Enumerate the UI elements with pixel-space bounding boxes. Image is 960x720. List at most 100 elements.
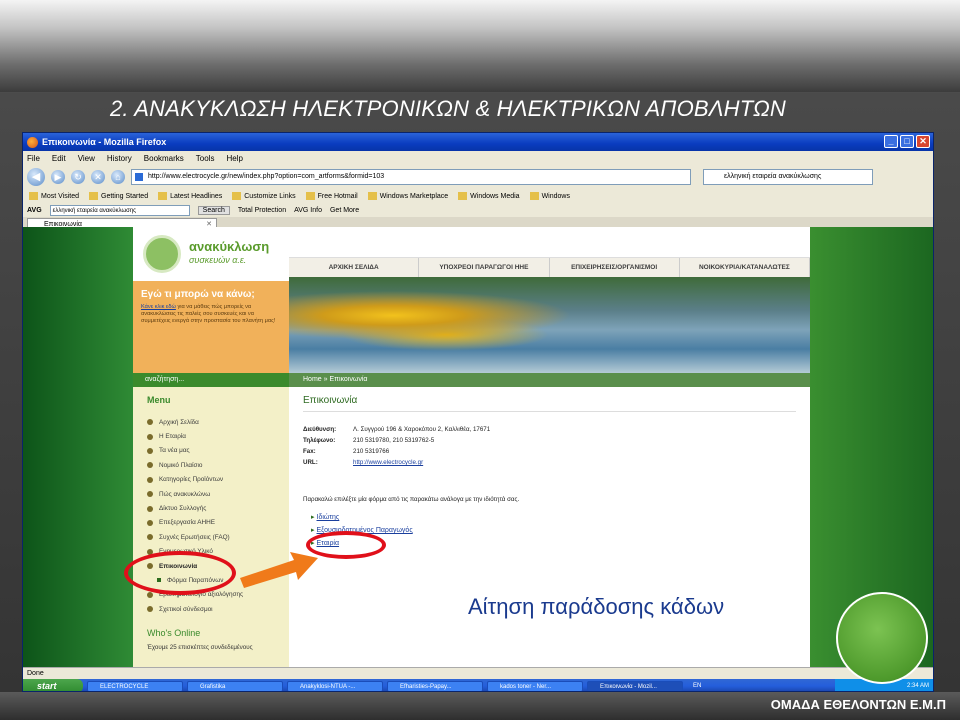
bullet-icon [147, 462, 153, 469]
sidebar-item[interactable]: Επεξεργασία ΑΗΗΕ [133, 516, 289, 530]
sidebar-item[interactable]: Τα νέα μας [133, 444, 289, 458]
menu-history[interactable]: History [107, 154, 132, 163]
whos-online-text: Έχουμε 25 επισκέπτες συνδεδεμένους [147, 644, 253, 652]
contact-row: Fax: 210 5319766 [303, 448, 390, 455]
sidebar-item[interactable]: Πώς ανακυκλώνω [133, 487, 289, 501]
minimize-button[interactable]: _ [884, 135, 898, 148]
nav-households[interactable]: ΝΟΙΚΟΚΥΡΙΑ/ΚΑΤΑΝΑΛΩΤΕΣ [680, 258, 810, 277]
sidebar-item[interactable]: Σχετικοί σύνδεσμοι [133, 602, 289, 616]
bookmark-item[interactable]: Free Hotmail [305, 192, 358, 200]
menu-tools[interactable]: Tools [196, 154, 215, 163]
form-link-producer[interactable]: Εξουσιοδοτημένος Παραγωγός [311, 526, 796, 539]
maximize-button[interactable]: □ [900, 135, 914, 148]
sidebar-item[interactable]: Δίκτυο Συλλογής [133, 501, 289, 515]
menu-title: Menu [147, 395, 171, 405]
forward-button[interactable]: ▶ [51, 170, 65, 184]
bullet-icon [147, 447, 153, 454]
form-link-individual[interactable]: Ιδιώτης [311, 513, 796, 526]
menu-file[interactable]: File [27, 154, 40, 163]
bookmark-icon [158, 192, 168, 200]
reload-icon[interactable]: ↻ [71, 170, 85, 184]
bullet-icon [147, 534, 153, 541]
avg-get-more[interactable]: Get More [330, 207, 359, 214]
bookmark-item[interactable]: Latest Headlines [158, 192, 222, 200]
hero-text: Κάνε κλικ εδώ για να μάθεις πώς μπορείς … [141, 304, 276, 324]
language-indicator[interactable]: EN [693, 683, 701, 689]
bookmark-item[interactable]: Windows Marketplace [367, 192, 448, 200]
hero-heading: Εγώ τι μπορώ να κάνω; [141, 289, 255, 300]
bullet-icon [147, 491, 153, 498]
taskbar-item[interactable]: ELECTROCYCLE [87, 680, 183, 691]
menu-edit[interactable]: Edit [52, 154, 66, 163]
avg-info[interactable]: AVG Info [294, 207, 322, 214]
nav-home[interactable]: ΑΡΧΙΚΗ ΣΕΛΙΔΑ [289, 258, 420, 277]
sidebar-item[interactable]: Κατηγορίες Προϊόντων [133, 473, 289, 487]
taskbar-item[interactable]: Anakyklosi-NTUA -... [287, 680, 383, 691]
ntua-volunteers-logo-icon [836, 592, 928, 684]
taskbar-item[interactable]: Efharisties-Papay... [387, 680, 483, 691]
menu-bookmarks[interactable]: Bookmarks [144, 154, 184, 163]
status-bar: Done [23, 667, 933, 679]
nav-producers[interactable]: ΥΠΟΧΡΕΟΙ ΠΑΡΑΓΩΓΟΙ ΗΗΕ [419, 258, 550, 277]
hero-link[interactable]: Κάνε κλικ εδώ [141, 304, 176, 310]
recycle-logo-icon [143, 235, 181, 273]
bookmark-item[interactable]: Windows Media [458, 192, 520, 200]
main-content: Επικοινωνία Διεύθυνση: Λ. Συγγρού 196 & Χ… [289, 387, 810, 667]
windows-taskbar: start ELECTROCYCLE Grafistika Anakyklosi… [23, 679, 933, 691]
back-button[interactable]: ◀ [27, 168, 45, 186]
breadcrumb: Home » Επικοινωνία [289, 373, 810, 387]
bookmark-item[interactable]: Getting Started [89, 192, 148, 200]
menu-view[interactable]: View [78, 154, 95, 163]
taskbar-item[interactable]: kados toner - Ner... [487, 680, 583, 691]
home-icon[interactable]: ⌂ [111, 170, 125, 184]
nav-businesses[interactable]: ΕΠΙΧΕΙΡΗΣΕΙΣ/ΟΡΓΑΝΙΣΜΟΙ [550, 258, 680, 277]
hero-promo: Εγώ τι μπορώ να κάνω; Κάνε κλικ εδώ για … [133, 281, 289, 373]
avg-total-protection[interactable]: Total Protection [238, 207, 286, 214]
form-intro: Παρακαλώ επιλέξτε μία φόρμα από τις παρα… [303, 496, 520, 503]
firefox-icon [27, 136, 38, 148]
start-button[interactable]: start [23, 679, 83, 691]
window-titlebar: Επικοινωνία - Mozilla Firefox _ □ ✕ [23, 133, 933, 151]
taskbar-item-active[interactable]: Επικοινωνία - Mozil... [587, 680, 683, 691]
site-logo[interactable]: ανακύκλωση συσκευών α.ε. [133, 227, 289, 281]
bookmark-icon [529, 192, 539, 200]
whos-online-title: Who's Online [147, 628, 201, 639]
clock[interactable]: 2:34 AM [907, 683, 929, 689]
avg-search-button[interactable]: Search [197, 205, 230, 215]
bullet-icon [147, 419, 153, 426]
sidebar-menu: Menu Αρχική Σελίδα Η Εταιρία Τα νέα μας … [133, 387, 289, 667]
bookmark-item[interactable]: Customize Links [232, 192, 296, 200]
avg-toolbar: AVG ελληνική εταιρεία ανακύκλωσης Search… [23, 203, 933, 217]
taskbar-item[interactable]: Grafistika [187, 680, 283, 691]
navigation-bar: ◀ ▶ ↻ ✕ ⌂ http://www.electrocycle.gr/new… [23, 165, 933, 189]
stop-icon[interactable]: ✕ [91, 170, 105, 184]
bookmark-item[interactable]: Most Visited [29, 192, 79, 200]
sidebar-item[interactable]: Αρχική Σελίδα [133, 415, 289, 429]
url-field[interactable]: http://www.electrocycle.gr/new/index.php… [131, 169, 691, 185]
bookmark-icon [367, 192, 377, 200]
bookmark-icon [29, 192, 38, 200]
slide-title: 2. ΑΝΑΚΥΚΛΩΣΗ ΗΛΕΚΤΡΟΝΙΚΩΝ & ΗΛΕΚΤΡΙΚΩΝ … [110, 96, 786, 121]
bookmark-icon [458, 192, 468, 200]
bookmark-icon [89, 192, 98, 200]
callout-arrow-icon [240, 552, 318, 588]
website-link[interactable]: http://www.electrocycle.gr [353, 459, 423, 470]
bookmark-item[interactable]: Windows [529, 192, 570, 200]
close-button[interactable]: ✕ [916, 135, 930, 148]
bullet-icon [147, 433, 153, 440]
bullet-icon [147, 606, 153, 613]
sidebar-item[interactable]: Νομικό Πλαίσιο [133, 458, 289, 472]
sidebar-item[interactable]: Η Εταιρία [133, 429, 289, 443]
site-search-input[interactable]: αναζήτηση... [133, 373, 289, 387]
menu-help[interactable]: Help [226, 154, 242, 163]
bullet-icon [147, 476, 153, 483]
slide-caption: Αίτηση παράδοσης κάδων [468, 594, 725, 619]
avg-search-input[interactable]: ελληνική εταιρεία ανακύκλωσης [49, 204, 190, 216]
bullet-icon [147, 519, 153, 526]
hero-image [289, 277, 810, 373]
bookmark-icon [232, 192, 242, 200]
search-field[interactable]: ελληνική εταιρεία ανακύκλωσης [703, 169, 873, 185]
bullet-icon [147, 505, 153, 512]
page-background-left [23, 227, 133, 667]
sidebar-item[interactable]: Συχνές Ερωτήσεις (FAQ) [133, 530, 289, 544]
